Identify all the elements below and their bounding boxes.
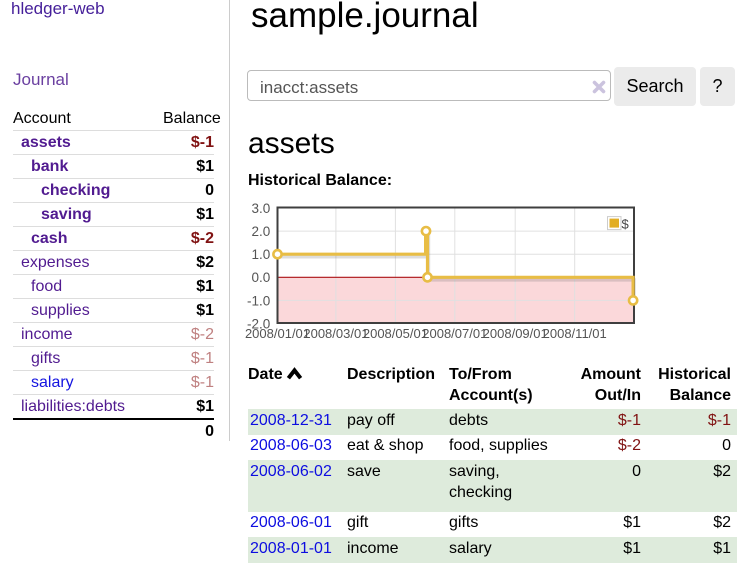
svg-text:1.0: 1.0 — [252, 247, 271, 262]
svg-text:2008/09/01: 2008/09/01 — [483, 326, 548, 341]
svg-text:0.0: 0.0 — [252, 270, 271, 285]
svg-text:2008/07/01: 2008/07/01 — [422, 326, 487, 341]
svg-text:2008/01/01: 2008/01/01 — [245, 326, 310, 341]
svg-text:2008/11/01: 2008/11/01 — [543, 326, 607, 341]
svg-text:3.0: 3.0 — [252, 201, 271, 216]
svg-text:-1.0: -1.0 — [247, 293, 270, 308]
svg-text:2008/05/01: 2008/05/01 — [363, 326, 428, 341]
svg-text:$: $ — [622, 217, 630, 232]
svg-text:2008/03/01: 2008/03/01 — [303, 326, 368, 341]
svg-text:2.0: 2.0 — [252, 224, 271, 239]
